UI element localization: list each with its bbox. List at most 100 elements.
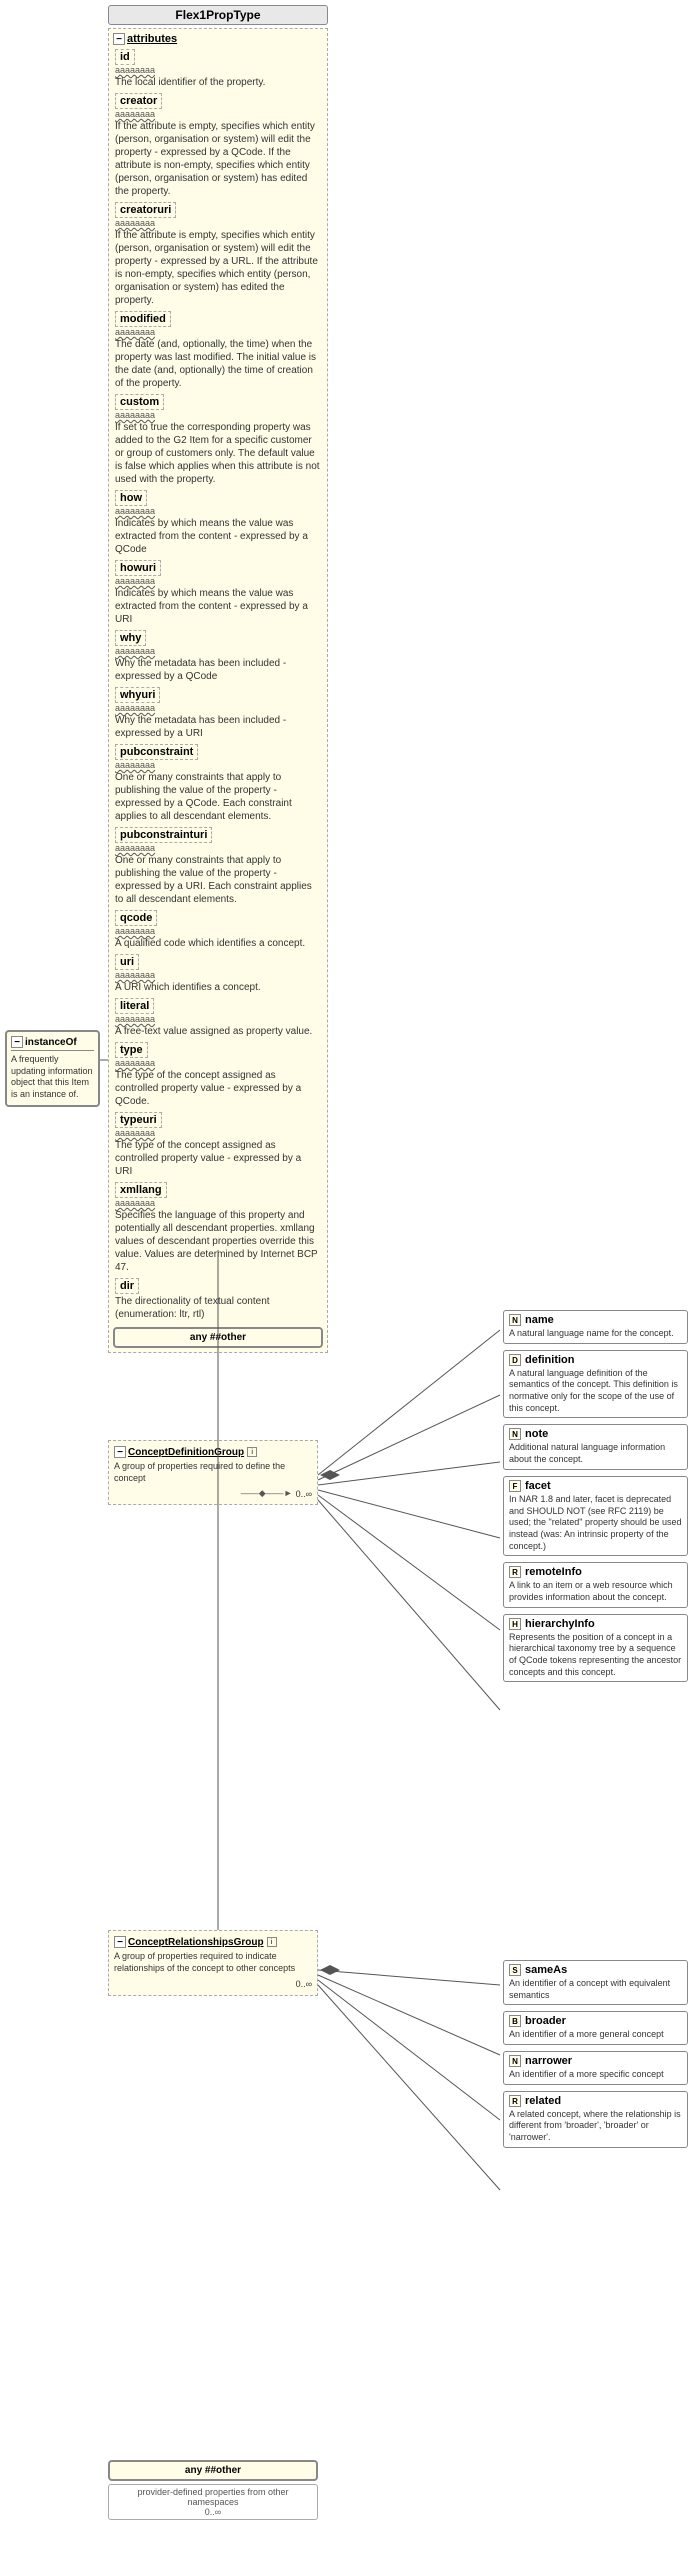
conceptdef-to-note-line — [318, 1462, 500, 1485]
right-box-hierarchyinfo-title: H hierarchyInfo — [509, 1618, 682, 1630]
concept-def-group-box: − ConceptDefinitionGroup i A group of pr… — [108, 1440, 318, 1505]
collapse-attributes-button[interactable]: − — [113, 33, 125, 45]
sameas-icon: S — [509, 1964, 521, 1976]
attr-custom: custom aaaaaaaa If set to true the corre… — [115, 394, 321, 486]
attr-typeuri: typeuri aaaaaaaa The type of the concept… — [115, 1112, 321, 1178]
attr-custom-wavy: aaaaaaaa — [115, 410, 321, 420]
right-box-facet-desc: In NAR 1.8 and later, facet is deprecate… — [509, 1494, 682, 1552]
broader-icon: B — [509, 2015, 521, 2027]
attr-type-desc: The type of the concept assigned as cont… — [115, 1069, 321, 1108]
diagram-container: Flex1PropType − attributes id aaaaaaaa T… — [0, 0, 693, 2567]
any-other-container: any ##other — [113, 1327, 323, 1348]
bottom-any-other-info: provider-defined properties from other n… — [108, 2484, 318, 2520]
right-box-name-desc: A natural language name for the concept. — [509, 1328, 682, 1340]
attr-id-desc: The local identifier of the property. — [115, 76, 321, 89]
right-box-note-title: N note — [509, 1428, 682, 1440]
attr-uri-desc: A URI which identifies a concept. — [115, 981, 321, 994]
attr-pubconstrainturi-desc: One or many constraints that apply to pu… — [115, 854, 321, 906]
attr-uri-name: uri — [115, 954, 139, 970]
right-box-remoteinfo-title: R remoteInfo — [509, 1566, 682, 1578]
conceptdef-to-remoteinfo-line — [318, 1495, 500, 1630]
concept-rel-desc: A group of properties required to indica… — [114, 1951, 312, 1974]
right-box-narrower-desc: An identifier of a more specific concept — [509, 2069, 682, 2081]
right-box-definition: D definition A natural language definiti… — [503, 1350, 688, 1419]
attr-custom-desc: If set to true the corresponding propert… — [115, 421, 321, 486]
conceptrel-to-related-line — [318, 1985, 500, 2190]
attr-literal: literal aaaaaaaa A free-text value assig… — [115, 998, 321, 1038]
concept-def-desc: A group of properties required to define… — [114, 1461, 312, 1484]
attr-modified-wavy: aaaaaaaa — [115, 327, 321, 337]
attr-qcode-desc: A qualified code which identifies a conc… — [115, 937, 321, 950]
bottom-any-other-box: any ##other — [108, 2460, 318, 2481]
collapse-conceptdef-button[interactable]: − — [114, 1446, 126, 1458]
collapse-instanceof-button[interactable]: − — [11, 1036, 23, 1048]
attr-pubconstraint-desc: One or many constraints that apply to pu… — [115, 771, 321, 823]
instance-of-header: − instanceOf — [11, 1036, 94, 1051]
attr-custom-name: custom — [115, 394, 164, 410]
name-icon: N — [509, 1314, 521, 1326]
attr-modified: modified aaaaaaaa The date (and, optiona… — [115, 311, 321, 390]
attr-modified-desc: The date (and, optionally, the time) whe… — [115, 338, 321, 390]
attr-literal-wavy: aaaaaaaa — [115, 1014, 321, 1024]
remoteinfo-icon: R — [509, 1566, 521, 1578]
conceptdef-to-facet-line — [318, 1490, 500, 1538]
attr-typeuri-name: typeuri — [115, 1112, 162, 1128]
attr-xmllang-name: xmllang — [115, 1182, 167, 1198]
main-title: Flex1PropType — [108, 5, 328, 25]
attributes-header: − attributes — [113, 33, 323, 45]
attr-how-wavy: aaaaaaaa — [115, 506, 321, 516]
attr-type-wavy: aaaaaaaa — [115, 1058, 321, 1068]
right-box-note: N note Additional natural language infor… — [503, 1424, 688, 1469]
conceptrel-to-narrower-line — [318, 1980, 500, 2120]
bottom-any-other-container: any ##other provider-defined properties … — [108, 2460, 318, 2520]
title-text: Flex1PropType — [175, 8, 260, 22]
diamond-conceptrel — [320, 1965, 340, 1975]
right-box-note-desc: Additional natural language information … — [509, 1442, 682, 1465]
any-other-box: any ##other — [113, 1327, 323, 1348]
attr-pubconstraint-name: pubconstraint — [115, 744, 198, 760]
right-boxes-group2: S sameAs An identifier of a concept with… — [503, 1960, 688, 2154]
right-box-related: R related A related concept, where the r… — [503, 2091, 688, 2148]
right-box-sameas: S sameAs An identifier of a concept with… — [503, 1960, 688, 2005]
attr-dir: dir The directionality of textual conten… — [115, 1278, 321, 1321]
right-box-sameas-title: S sameAs — [509, 1964, 682, 1976]
attr-why: why aaaaaaaa Why the metadata has been i… — [115, 630, 321, 683]
connections-svg — [0, 0, 693, 2567]
attr-why-wavy: aaaaaaaa — [115, 646, 321, 656]
right-box-broader-title: B broader — [509, 2015, 682, 2027]
right-box-definition-title: D definition — [509, 1354, 682, 1366]
attr-xmllang: xmllang aaaaaaaa Specifies the language … — [115, 1182, 321, 1274]
attr-why-desc: Why the metadata has been included - exp… — [115, 657, 321, 683]
concept-rel-multiplicity-container: 0..∞ — [114, 1978, 312, 1990]
attr-pubconstraint-wavy: aaaaaaaa — [115, 760, 321, 770]
concept-def-multiplicity-container: ——◆——► 0..∞ — [114, 1488, 312, 1499]
right-box-name-title: N name — [509, 1314, 682, 1326]
right-box-related-desc: A related concept, where the relationshi… — [509, 2109, 682, 2144]
instance-of-desc: A frequently updating information object… — [11, 1054, 94, 1101]
attr-qcode-wavy: aaaaaaaa — [115, 926, 321, 936]
right-box-broader: B broader An identifier of a more genera… — [503, 2011, 688, 2045]
right-box-narrower: N narrower An identifier of a more speci… — [503, 2051, 688, 2085]
narrower-icon: N — [509, 2055, 521, 2067]
attr-literal-desc: A free-text value assigned as property v… — [115, 1025, 321, 1038]
attr-whyuri: whyuri aaaaaaaa Why the metadata has bee… — [115, 687, 321, 740]
definition-icon: D — [509, 1354, 521, 1366]
right-box-facet-title: F facet — [509, 1480, 682, 1492]
right-box-broader-desc: An identifier of a more general concept — [509, 2029, 682, 2041]
attr-creatoruri-wavy: aaaaaaaa — [115, 218, 321, 228]
attr-creatoruri-name: creatoruri — [115, 202, 176, 218]
attr-creator-desc: If the attribute is empty, specifies whi… — [115, 120, 321, 198]
concept-rel-header: − ConceptRelationshipsGroup i — [114, 1936, 312, 1948]
attr-id-name: id — [115, 49, 135, 65]
collapse-conceptrel-button[interactable]: − — [114, 1936, 126, 1948]
attr-whyuri-wavy: aaaaaaaa — [115, 703, 321, 713]
attr-creatoruri-desc: If the attribute is empty, specifies whi… — [115, 229, 321, 307]
right-box-definition-desc: A natural language definition of the sem… — [509, 1368, 682, 1415]
attr-modified-name: modified — [115, 311, 171, 327]
right-box-narrower-title: N narrower — [509, 2055, 682, 2067]
attr-how-desc: Indicates by which means the value was e… — [115, 517, 321, 556]
attr-uri-wavy: aaaaaaaa — [115, 970, 321, 980]
attr-dir-desc: The directionality of textual content (e… — [115, 1295, 321, 1321]
instance-of-box: − instanceOf A frequently updating infor… — [5, 1030, 100, 1107]
attr-howuri-wavy: aaaaaaaa — [115, 576, 321, 586]
